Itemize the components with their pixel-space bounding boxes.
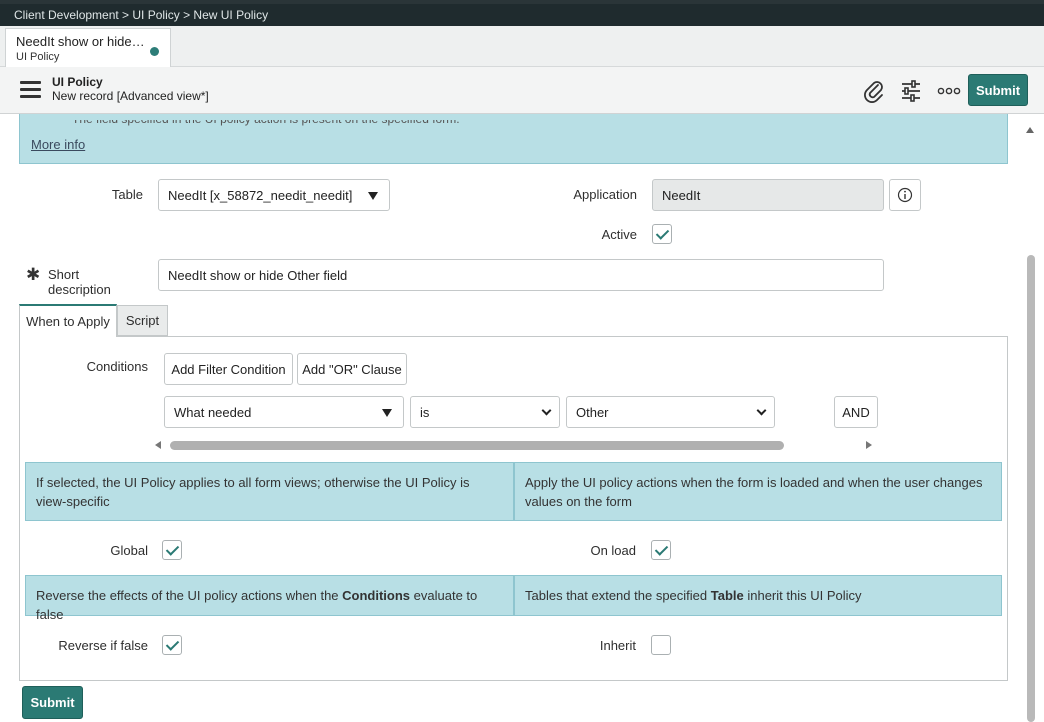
on-load-help-text: Apply the UI policy actions when the for… (514, 462, 1002, 521)
application-value: NeedIt (662, 187, 701, 203)
personalize-sliders-icon[interactable] (899, 79, 923, 103)
condition-field-select[interactable]: What needed (164, 396, 404, 428)
active-label: Active (601, 227, 637, 242)
footer-submit-button[interactable]: Submit (22, 686, 83, 719)
condition-value-select[interactable]: Other (566, 396, 775, 428)
reverse-if-false-help-text: Reverse the effects of the UI policy act… (25, 575, 514, 622)
more-info-link[interactable]: More info (31, 137, 85, 152)
on-load-checkbox[interactable] (651, 540, 671, 560)
mandatory-asterisk-icon: ✱ (26, 265, 41, 284)
reverse-if-false-checkbox[interactable] (162, 635, 182, 655)
table-label: Table (111, 187, 143, 202)
reverse-help-pre: Reverse the effects of the UI policy act… (36, 588, 343, 603)
document-tab-title: NeedIt show or hide… (16, 34, 145, 49)
paperclip-icon[interactable] (862, 79, 886, 103)
application-info-button[interactable] (889, 179, 921, 211)
reverse-help-bold: Conditions (342, 588, 411, 603)
form-subtitle: New record [Advanced view*] (52, 89, 209, 103)
menu-icon[interactable] (20, 81, 41, 98)
condition-operator-value: is (420, 404, 430, 420)
add-filter-condition-button[interactable]: Add Filter Condition (164, 353, 293, 385)
short-description-label: Short description (48, 267, 111, 297)
table-select-value: NeedIt [x_58872_needit_needit] (168, 187, 353, 203)
inherit-help-post: inherit this UI Policy (743, 588, 862, 603)
conditions-horizontal-scrollbar[interactable] (170, 441, 784, 450)
unsaved-indicator-icon (150, 47, 159, 56)
tab-when-to-apply[interactable]: When to Apply (19, 304, 117, 337)
short-description-input[interactable]: NeedIt show or hide Other field (158, 259, 884, 291)
scroll-left-arrow-icon[interactable] (155, 441, 161, 449)
document-tab[interactable]: NeedIt show or hide… UI Policy (5, 28, 171, 67)
add-or-clause-button[interactable]: Add "OR" Clause (297, 353, 407, 385)
condition-value-value: Other (576, 404, 609, 420)
global-help-text: If selected, the UI Policy applies to al… (25, 462, 514, 521)
scroll-right-arrow-icon[interactable] (866, 441, 872, 449)
global-label: Global (110, 543, 148, 558)
global-checkbox[interactable] (162, 540, 182, 560)
conditions-label: Conditions (86, 359, 148, 374)
and-condition-button[interactable]: AND (834, 396, 878, 428)
caret-down-icon (368, 192, 378, 200)
header-submit-button[interactable]: Submit (968, 74, 1028, 106)
page-scrollbar-thumb[interactable] (1027, 255, 1035, 722)
inherit-help-bold: Table (710, 588, 744, 603)
inherit-label: Inherit (599, 638, 636, 653)
active-checkbox[interactable] (652, 224, 672, 244)
application-label: Application (573, 187, 637, 202)
table-select[interactable]: NeedIt [x_58872_needit_needit] (158, 179, 390, 211)
tab-script[interactable]: Script (117, 305, 168, 336)
inherit-help-text: Tables that extend the specified Table i… (514, 575, 1002, 616)
form-info-message: The field specified in the UI policy act… (19, 114, 1008, 164)
document-tab-subtitle: UI Policy (16, 51, 60, 63)
info-message-text: The field specified in the UI policy act… (72, 112, 460, 126)
form-title: UI Policy (52, 75, 103, 89)
form-header: UI Policy New record [Advanced view*] Su… (0, 67, 1044, 114)
application-field: NeedIt (652, 179, 884, 211)
inherit-checkbox[interactable] (651, 635, 671, 655)
document-tabstrip: NeedIt show or hide… UI Policy (0, 26, 1044, 67)
caret-down-icon (382, 409, 392, 417)
scroll-up-arrow-icon[interactable] (1026, 127, 1034, 133)
more-options-icon[interactable] (937, 79, 961, 103)
chevron-down-icon (541, 405, 552, 416)
chevron-down-icon (756, 405, 767, 416)
on-load-label: On load (590, 543, 636, 558)
reverse-if-false-label: Reverse if false (58, 638, 148, 653)
condition-operator-select[interactable]: is (410, 396, 560, 428)
short-description-value: NeedIt show or hide Other field (168, 267, 348, 283)
inherit-help-pre: Tables that extend the specified (525, 588, 711, 603)
breadcrumb[interactable]: Client Development > UI Policy > New UI … (0, 0, 1044, 26)
condition-field-value: What needed (174, 404, 252, 420)
info-icon (897, 187, 913, 203)
